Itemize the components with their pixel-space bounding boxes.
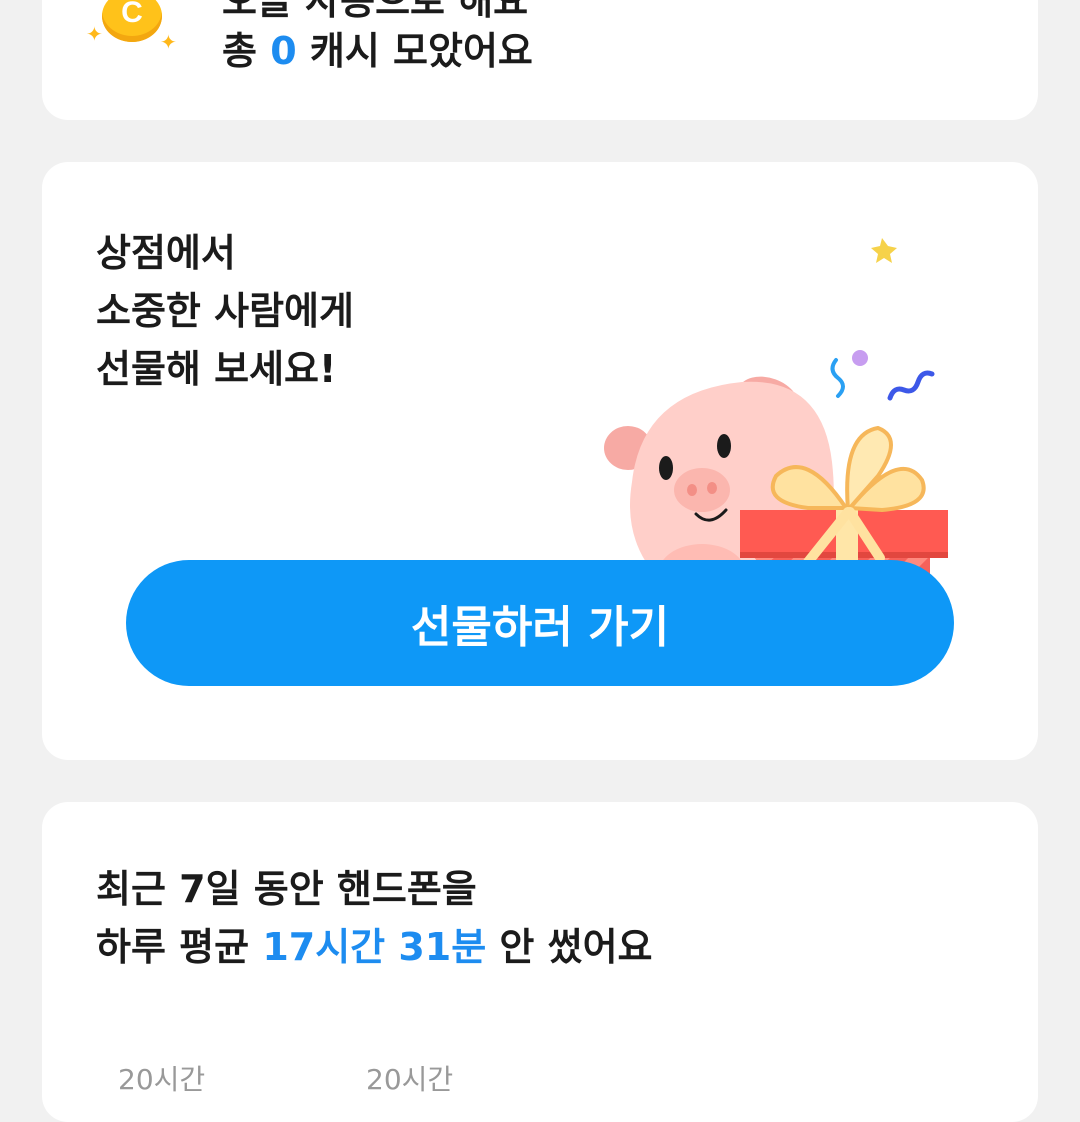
- chart-axis-label: 20시간: [118, 1063, 206, 1096]
- gift-card-title: 상점에서 소중한 사람에게 선물해 보세요!: [96, 224, 354, 398]
- usage-line-2-suffix: 안 썼어요: [499, 925, 653, 969]
- usage-stats-title: 최근 7일 동안 핸드폰을 하루 평균 17시간 31분 안 썼어요: [96, 860, 653, 976]
- gift-title-line-2: 소중한 사람에게: [96, 289, 354, 333]
- cash-total-prefix: 총: [222, 29, 257, 73]
- go-gift-button[interactable]: 선물하러 가기: [126, 560, 954, 686]
- usage-average-value: 17시간 31분: [262, 925, 487, 969]
- chart-axis-label: 20시간: [366, 1063, 454, 1096]
- cash-summary-card: [42, 0, 1038, 120]
- gift-title-line-3: 선물해 보세요!: [96, 347, 337, 391]
- usage-line-1: 최근 7일 동안 핸드폰을: [96, 867, 477, 911]
- cash-total-line: 총 0 캐시 모았어요: [222, 20, 533, 75]
- cash-total-value: 0: [270, 29, 297, 73]
- usage-stats-card: 최근 7일 동안 핸드폰을 하루 평균 17시간 31분 안 썼어요 20시간 …: [42, 802, 1038, 1122]
- usage-line-2: 하루 평균 17시간 31분 안 썼어요: [96, 918, 653, 976]
- usage-line-2-prefix: 하루 평균: [96, 925, 250, 969]
- gift-card: 상점에서 소중한 사람에게 선물해 보세요! 선물하러 가기: [42, 162, 1038, 760]
- coin-icon: C ✦ ✦: [82, 0, 182, 60]
- gift-title-line-1: 상점에서: [96, 231, 236, 275]
- cash-total-suffix: 캐시 모았어요: [309, 29, 533, 73]
